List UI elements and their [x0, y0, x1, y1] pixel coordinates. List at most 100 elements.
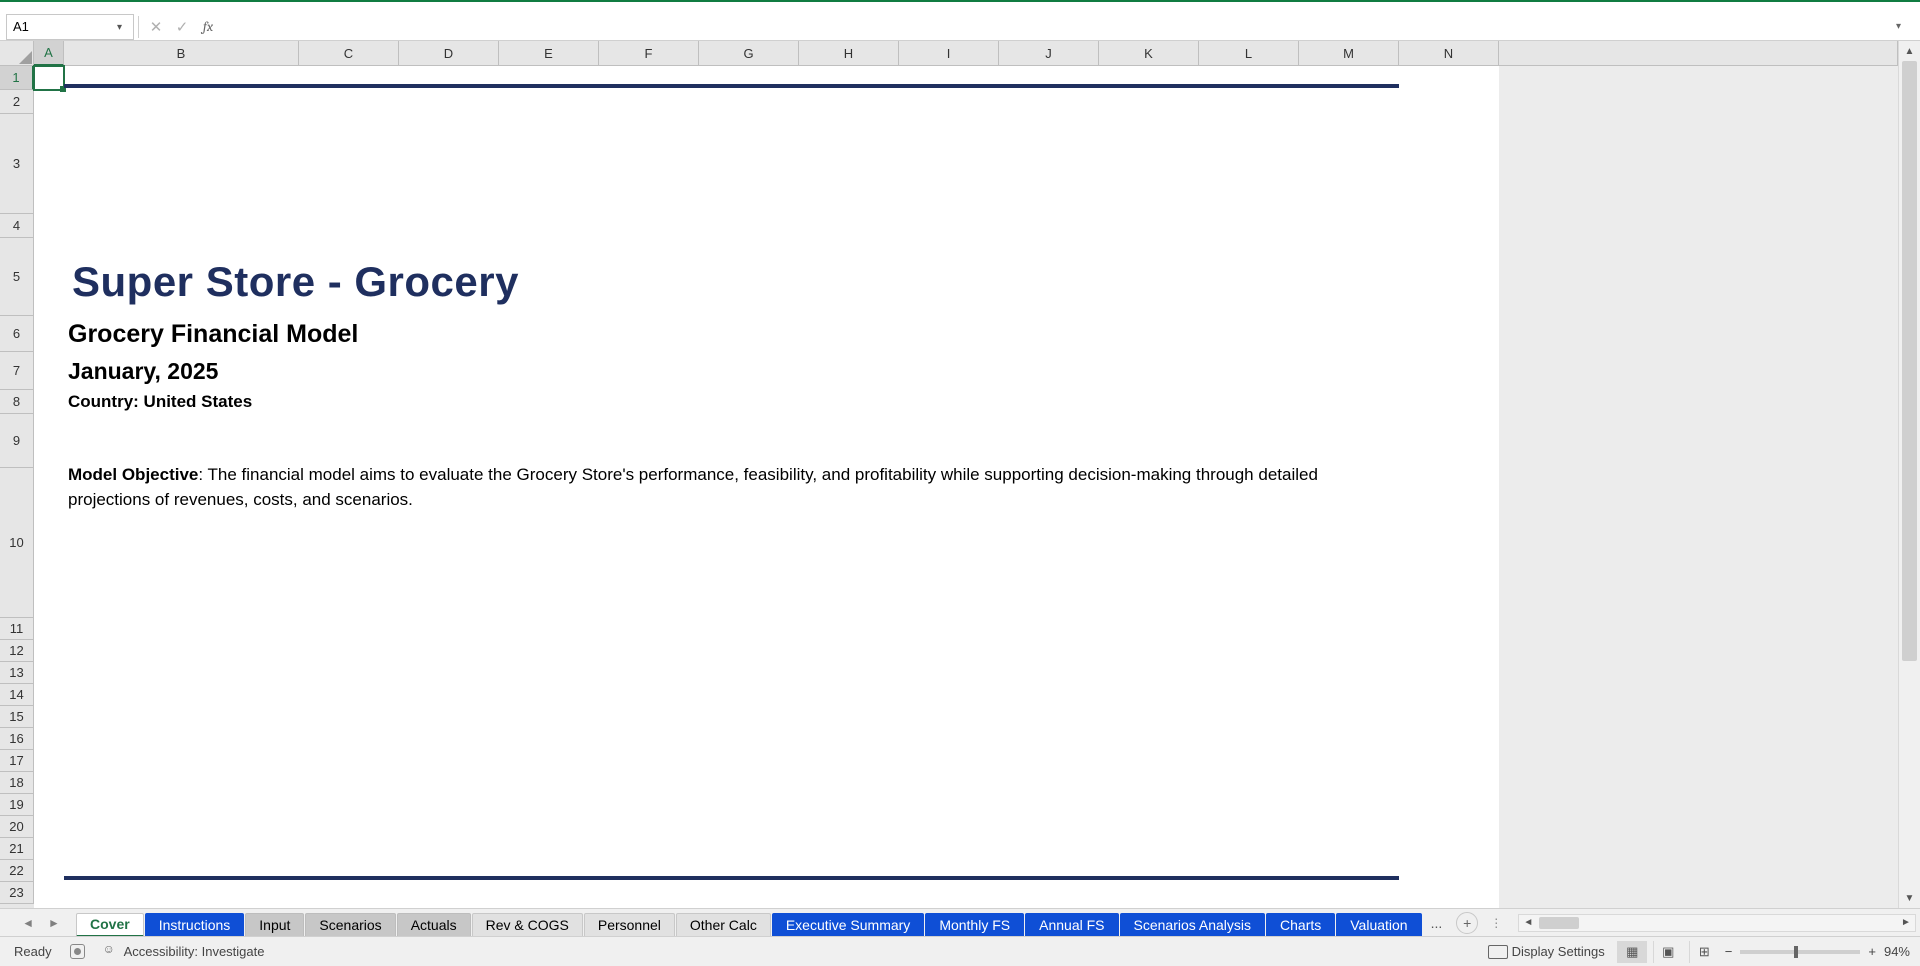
- outside-print-area: [1499, 66, 1898, 908]
- zoom-thumb[interactable]: [1794, 946, 1798, 958]
- sheet-tab-executive-summary[interactable]: Executive Summary: [772, 913, 924, 937]
- tabs-overflow-icon[interactable]: ...: [1423, 915, 1451, 931]
- name-box-dropdown-icon[interactable]: ▾: [117, 22, 127, 32]
- row-header-22[interactable]: 22: [0, 860, 34, 882]
- col-header-M[interactable]: M: [1299, 41, 1399, 66]
- sheet-tab-cover[interactable]: Cover: [76, 913, 144, 937]
- horizontal-scrollbar[interactable]: ◄ ►: [1518, 914, 1916, 932]
- cancel-formula-button[interactable]: ✕: [143, 16, 169, 38]
- row-headers: 1234567891011121314151617181920212223: [0, 66, 34, 908]
- row-header-23[interactable]: 23: [0, 882, 34, 904]
- cover-country: Country: United States: [68, 392, 252, 412]
- cover-top-rule: [64, 84, 1399, 88]
- cells-canvas[interactable]: Super Store - Grocery Grocery Financial …: [34, 66, 1898, 908]
- sheet-tab-rev-cogs[interactable]: Rev & COGS: [472, 913, 583, 937]
- row-header-10[interactable]: 10: [0, 468, 34, 618]
- view-normal-button[interactable]: ▦: [1617, 941, 1647, 963]
- row-header-15[interactable]: 15: [0, 706, 34, 728]
- macro-record-icon[interactable]: [70, 944, 85, 959]
- display-settings-button[interactable]: Display Settings: [1488, 944, 1605, 959]
- display-settings-label: Display Settings: [1512, 944, 1605, 959]
- col-header-A[interactable]: A: [34, 41, 64, 66]
- col-header-E[interactable]: E: [499, 41, 599, 66]
- sheet-tab-actuals[interactable]: Actuals: [397, 913, 471, 937]
- tab-nav-prev-icon[interactable]: ◄: [19, 914, 37, 932]
- vertical-scroll-thumb[interactable]: [1902, 61, 1917, 661]
- sheet-tab-instructions[interactable]: Instructions: [145, 913, 245, 937]
- row-header-12[interactable]: 12: [0, 640, 34, 662]
- row-header-6[interactable]: 6: [0, 316, 34, 352]
- select-all-corner[interactable]: [0, 41, 34, 66]
- col-header-B[interactable]: B: [64, 41, 299, 66]
- view-page-layout-button[interactable]: ▣: [1653, 941, 1683, 963]
- sheet-tab-input[interactable]: Input: [245, 913, 304, 937]
- name-box[interactable]: A1 ▾: [6, 14, 134, 40]
- row-header-2[interactable]: 2: [0, 90, 34, 114]
- col-header-filler: [1499, 41, 1898, 66]
- row-header-20[interactable]: 20: [0, 816, 34, 838]
- col-header-J[interactable]: J: [999, 41, 1099, 66]
- cover-objective: Model Objective: The financial model aim…: [68, 462, 1388, 512]
- row-header-21[interactable]: 21: [0, 838, 34, 860]
- tab-options-icon[interactable]: ⋮: [1490, 916, 1502, 930]
- accessibility-status[interactable]: Accessibility: Investigate: [103, 944, 265, 959]
- row-header-8[interactable]: 8: [0, 390, 34, 414]
- formula-bar: A1 ▾ ✕ ✓ fx ▾: [0, 13, 1920, 41]
- selected-cell[interactable]: [33, 65, 65, 91]
- enter-formula-button[interactable]: ✓: [169, 16, 195, 38]
- sheet-tab-annual-fs[interactable]: Annual FS: [1025, 913, 1118, 937]
- sheet-tab-charts[interactable]: Charts: [1266, 913, 1335, 937]
- cover-bottom-rule: [64, 876, 1399, 880]
- vertical-scrollbar[interactable]: ▲ ▼: [1898, 41, 1920, 908]
- view-page-break-button[interactable]: ⊞: [1689, 941, 1719, 963]
- sheet-tab-scenarios-analysis[interactable]: Scenarios Analysis: [1120, 913, 1266, 937]
- fx-button[interactable]: fx: [195, 16, 221, 38]
- col-header-N[interactable]: N: [1399, 41, 1499, 66]
- col-header-K[interactable]: K: [1099, 41, 1199, 66]
- row-header-3[interactable]: 3: [0, 114, 34, 214]
- row-header-19[interactable]: 19: [0, 794, 34, 816]
- row-header-14[interactable]: 14: [0, 684, 34, 706]
- col-header-G[interactable]: G: [699, 41, 799, 66]
- scroll-left-icon[interactable]: ◄: [1519, 915, 1537, 931]
- sheet-tab-valuation[interactable]: Valuation: [1336, 913, 1421, 937]
- row-header-5[interactable]: 5: [0, 238, 34, 316]
- row-header-13[interactable]: 13: [0, 662, 34, 684]
- zoom-out-button[interactable]: −: [1725, 944, 1733, 959]
- sheet-tab-monthly-fs[interactable]: Monthly FS: [925, 913, 1024, 937]
- col-header-I[interactable]: I: [899, 41, 999, 66]
- scroll-up-icon[interactable]: ▲: [1899, 41, 1920, 61]
- scroll-down-icon[interactable]: ▼: [1899, 888, 1920, 908]
- formula-input[interactable]: [221, 16, 1896, 38]
- row-header-11[interactable]: 11: [0, 618, 34, 640]
- worksheet-area: ABCDEFGHIJKLMN 1234567891011121314151617…: [0, 41, 1898, 908]
- col-header-D[interactable]: D: [399, 41, 499, 66]
- row-header-9[interactable]: 9: [0, 414, 34, 468]
- zoom-level[interactable]: 94%: [1884, 944, 1910, 959]
- zoom-in-button[interactable]: +: [1868, 944, 1876, 959]
- row-header-17[interactable]: 17: [0, 750, 34, 772]
- sheet-tab-scenarios[interactable]: Scenarios: [305, 913, 395, 937]
- col-header-C[interactable]: C: [299, 41, 399, 66]
- status-left: Ready Accessibility: Investigate: [0, 944, 264, 959]
- zoom-slider[interactable]: [1740, 950, 1860, 954]
- tab-nav-next-icon[interactable]: ►: [45, 914, 63, 932]
- col-header-H[interactable]: H: [799, 41, 899, 66]
- zoom-control: − + 94%: [1725, 944, 1910, 959]
- row-header-7[interactable]: 7: [0, 352, 34, 390]
- cover-objective-label: Model Objective: [68, 465, 198, 484]
- add-sheet-button[interactable]: +: [1456, 912, 1478, 934]
- scroll-right-icon[interactable]: ►: [1897, 915, 1915, 931]
- formula-bar-expand-icon[interactable]: ▾: [1896, 21, 1914, 32]
- horizontal-scroll-thumb[interactable]: [1539, 917, 1579, 929]
- row-header-16[interactable]: 16: [0, 728, 34, 750]
- row-header-18[interactable]: 18: [0, 772, 34, 794]
- sheet-tab-personnel[interactable]: Personnel: [584, 913, 675, 937]
- row-header-1[interactable]: 1: [0, 66, 34, 90]
- sheet-tabs: CoverInstructionsInputScenariosActualsRe…: [76, 909, 1423, 937]
- col-header-F[interactable]: F: [599, 41, 699, 66]
- col-header-L[interactable]: L: [1199, 41, 1299, 66]
- row-header-4[interactable]: 4: [0, 214, 34, 238]
- cover-title: Super Store - Grocery: [72, 258, 519, 306]
- sheet-tab-other-calc[interactable]: Other Calc: [676, 913, 771, 937]
